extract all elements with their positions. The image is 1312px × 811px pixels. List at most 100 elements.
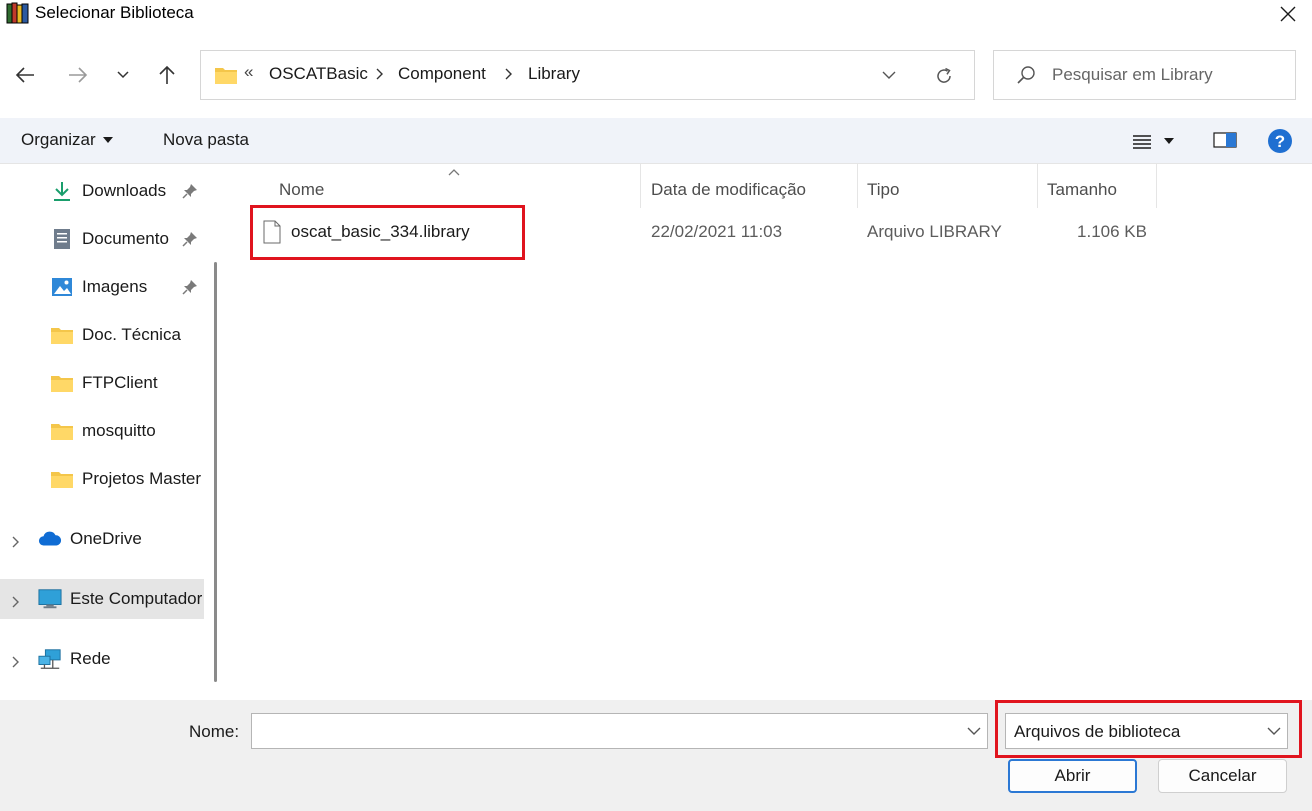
search-icon: [1016, 65, 1036, 85]
file-name-label: Nome:: [189, 722, 240, 741]
folder-icon: [50, 420, 74, 442]
arrow-left-icon: [15, 67, 34, 83]
navigation-pane[interactable]: Downloads Documento Imagens Doc. Técnica: [0, 164, 228, 700]
refresh-icon: [937, 67, 951, 83]
file-type-value: Arquivos de biblioteca: [1014, 722, 1181, 741]
column-header-name[interactable]: Nome: [279, 172, 639, 208]
sidebar-item-mosquitto[interactable]: mosquitto: [0, 411, 204, 451]
chevron-down-icon: [882, 71, 896, 79]
sidebar-item-documents[interactable]: Documento: [0, 219, 204, 259]
chevron-down-icon: [117, 71, 129, 79]
chevron-right-icon: [376, 68, 383, 80]
file-name-input[interactable]: [258, 720, 958, 742]
breadcrumb-separator[interactable]: [376, 64, 384, 84]
column-divider[interactable]: [1156, 164, 1157, 208]
network-icon: [38, 648, 62, 670]
column-header-size[interactable]: Tamanho: [1047, 172, 1147, 208]
breadcrumb-item[interactable]: Component: [398, 64, 486, 84]
preview-pane-button[interactable]: [1213, 131, 1239, 151]
view-options-button[interactable]: [1132, 131, 1184, 153]
chevron-down-icon: [967, 727, 981, 735]
column-divider[interactable]: [1037, 164, 1038, 208]
file-type-select[interactable]: Arquivos de biblioteca: [1005, 713, 1288, 749]
sidebar-item-this-pc[interactable]: Este Computador: [0, 579, 204, 619]
preview-pane-icon: [1213, 132, 1237, 148]
open-button[interactable]: Abrir: [1008, 759, 1137, 793]
file-name-dropdown-button[interactable]: [965, 722, 983, 740]
new-folder-button[interactable]: Nova pasta: [163, 130, 249, 150]
back-button[interactable]: [8, 58, 42, 92]
folder-icon: [50, 324, 74, 346]
command-toolbar: Organizar Nova pasta ?: [0, 118, 1312, 164]
sidebar-item-pictures[interactable]: Imagens: [0, 267, 204, 307]
file-name-combobox[interactable]: [251, 713, 988, 749]
sidebar-item-label: Documento: [82, 229, 169, 248]
sidebar-item-doc-tecnica[interactable]: Doc. Técnica: [0, 315, 204, 355]
search-box[interactable]: [993, 50, 1296, 100]
cloud-icon: [38, 528, 62, 550]
sidebar-scrollbar[interactable]: [214, 262, 217, 682]
sidebar-item-projetos-master[interactable]: Projetos Master: [0, 459, 204, 499]
expand-chevron-icon[interactable]: [10, 533, 22, 548]
title-bar: Selecionar Biblioteca: [0, 0, 1312, 30]
expand-chevron-icon[interactable]: [10, 593, 22, 608]
sidebar-item-label: Imagens: [82, 277, 148, 296]
expand-chevron-icon[interactable]: [10, 653, 22, 668]
chevron-right-icon: [505, 68, 512, 80]
sidebar-item-ftpclient[interactable]: FTPClient: [0, 363, 204, 403]
up-button[interactable]: [150, 58, 184, 92]
file-name[interactable]: oscat_basic_334.library: [291, 222, 470, 242]
pin-icon[interactable]: [182, 183, 198, 199]
breadcrumb-item[interactable]: OSCATBasic: [269, 64, 368, 84]
sidebar-item-onedrive[interactable]: OneDrive: [0, 519, 204, 559]
column-divider[interactable]: [857, 164, 858, 208]
close-icon: [1280, 6, 1296, 22]
file-list[interactable]: Nome Data de modificação Tipo Tamanho os…: [229, 164, 1312, 700]
help-icon: ?: [1268, 129, 1292, 153]
column-header-type[interactable]: Tipo: [867, 172, 1037, 208]
arrow-up-icon: [159, 65, 175, 84]
folder-icon: [214, 65, 238, 85]
caret-down-icon: [1164, 138, 1174, 144]
help-button[interactable]: ?: [1267, 128, 1293, 154]
folder-icon: [50, 468, 74, 490]
chevron-down-icon: [1267, 727, 1281, 735]
sidebar-item-label: Downloads: [82, 181, 167, 200]
organize-label: Organizar: [21, 130, 96, 149]
search-input[interactable]: [1052, 63, 1287, 87]
sidebar-item-label: OneDrive: [70, 529, 142, 548]
file-icon: [263, 220, 281, 244]
close-button[interactable]: [1268, 0, 1308, 28]
pin-icon[interactable]: [182, 231, 198, 247]
svg-text:?: ?: [1275, 132, 1285, 151]
column-divider[interactable]: [640, 164, 641, 208]
pictures-icon: [50, 276, 74, 298]
caret-down-icon: [102, 136, 113, 143]
sidebar-item-network[interactable]: Rede: [0, 639, 204, 679]
breadcrumb-overflow[interactable]: «: [244, 62, 253, 82]
cancel-button[interactable]: Cancelar: [1158, 759, 1287, 793]
sidebar-item-label: Rede: [70, 649, 111, 668]
address-bar[interactable]: « OSCATBasic Component Library: [200, 50, 975, 100]
pin-icon[interactable]: [182, 279, 198, 295]
books-icon: [6, 2, 30, 24]
dialog-footer: Nome: Arquivos de biblioteca Abrir Cance…: [0, 700, 1312, 811]
column-header-modified[interactable]: Data de modificação: [651, 172, 856, 208]
computer-icon: [38, 588, 62, 610]
file-type-dropdown-button[interactable]: [1265, 722, 1283, 740]
sidebar-item-label: Projetos Master: [82, 469, 202, 488]
forward-button[interactable]: [61, 58, 95, 92]
recent-locations-button[interactable]: [106, 58, 140, 92]
organize-menu-button[interactable]: Organizar: [21, 130, 113, 150]
breadcrumb-separator[interactable]: [505, 64, 513, 84]
sidebar-item-label: FTPClient: [82, 373, 158, 392]
documents-icon: [50, 228, 74, 250]
window-title: Selecionar Biblioteca: [35, 3, 194, 22]
file-row[interactable]: oscat_basic_334.library 22/02/2021 11:03…: [229, 210, 1312, 254]
sidebar-item-downloads[interactable]: Downloads: [0, 171, 204, 211]
address-dropdown-button[interactable]: [877, 63, 901, 87]
breadcrumb-item[interactable]: Library: [528, 64, 580, 84]
download-icon: [50, 180, 74, 202]
sort-ascending-icon: [447, 162, 461, 176]
refresh-button[interactable]: [931, 63, 957, 89]
